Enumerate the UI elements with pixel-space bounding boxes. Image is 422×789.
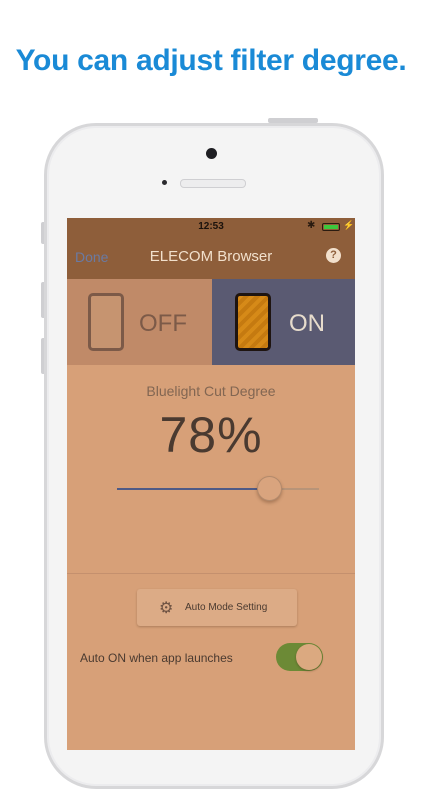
filter-off-button[interactable]: OFF (67, 279, 212, 365)
gear-icon: ⚙ (159, 600, 174, 617)
filter-off-label: OFF (139, 310, 187, 337)
auto-on-label: Auto ON when app launches (80, 651, 233, 665)
bluelight-degree-value: 78% (159, 407, 263, 463)
slider-fill (117, 488, 269, 490)
slider-thumb[interactable] (256, 476, 282, 501)
phone-on-icon (235, 293, 271, 351)
help-icon[interactable]: ? (326, 248, 341, 263)
section-divider (67, 573, 355, 574)
bluetooth-icon: ✱ (307, 220, 316, 231)
auto-mode-setting-button[interactable]: ⚙ Auto Mode Setting (137, 589, 297, 626)
battery-icon (322, 223, 340, 231)
nav-title: ELECOM Browser (149, 248, 273, 265)
front-camera (206, 148, 217, 159)
earpiece-speaker (180, 179, 246, 188)
filter-on-label: ON (289, 310, 325, 337)
headline: You can adjust filter degree. (15, 44, 407, 77)
auto-mode-setting-label: Auto Mode Setting (185, 602, 268, 613)
app-screen: 12:53 ✱ ⚡ Done ELECOM Browser ? OFF ON B… (67, 218, 355, 750)
degree-slider[interactable] (117, 476, 319, 501)
status-bar: 12:53 ✱ ⚡ (67, 218, 355, 236)
filter-on-button[interactable]: ON (212, 279, 355, 365)
bluelight-degree-label: Bluelight Cut Degree (146, 383, 276, 399)
charging-icon: ⚡ (343, 220, 355, 230)
phone-off-icon (88, 293, 124, 351)
auto-on-toggle[interactable] (276, 643, 323, 671)
nav-bar: Done ELECOM Browser ? (67, 236, 355, 279)
proximity-sensor (162, 180, 167, 185)
toggle-knob (296, 644, 322, 670)
